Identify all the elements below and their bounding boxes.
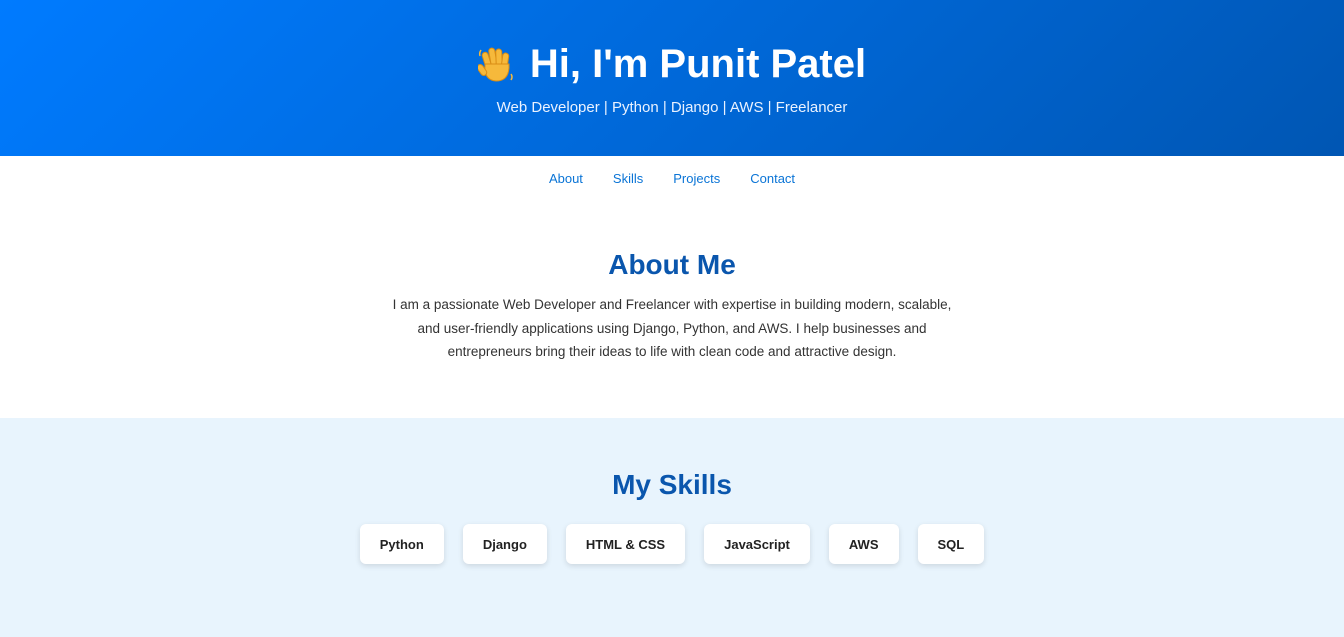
skill-list: Python Django HTML & CSS JavaScript AWS …: [0, 524, 1344, 564]
nav-link-skills[interactable]: Skills: [613, 171, 643, 186]
nav-link-about[interactable]: About: [549, 171, 583, 186]
about-title: About Me: [608, 249, 736, 280]
about-text: I am a passionate Web Developer and Free…: [392, 297, 952, 359]
main-nav: About Skills Projects Contact: [0, 156, 1344, 200]
skill-card-python: Python: [359, 524, 444, 564]
skill-card-html-css: HTML & CSS: [565, 524, 686, 564]
skills-section: My Skills Python Django HTML & CSS JavaS…: [0, 418, 1344, 637]
skill-card-aws: AWS: [828, 524, 899, 564]
hero-header: Hi, I'm Punit Patel Web Developer | Pyth…: [0, 0, 1344, 156]
skill-card-django: Django: [462, 524, 547, 564]
hero-title-row: Hi, I'm Punit Patel: [476, 40, 867, 88]
skill-card-sql: SQL: [917, 524, 985, 564]
skills-title: My Skills: [612, 469, 732, 500]
waving-hand-icon: [476, 44, 514, 84]
about-section: About Me I am a passionate Web Developer…: [0, 200, 1344, 418]
hero-subtitle: Web Developer | Python | Django | AWS | …: [496, 99, 848, 116]
skill-card-javascript: JavaScript: [704, 524, 810, 564]
nav-link-contact[interactable]: Contact: [750, 171, 795, 186]
nav-link-projects[interactable]: Projects: [673, 171, 720, 186]
hero-title: Hi, I'm Punit Patel: [529, 42, 867, 86]
